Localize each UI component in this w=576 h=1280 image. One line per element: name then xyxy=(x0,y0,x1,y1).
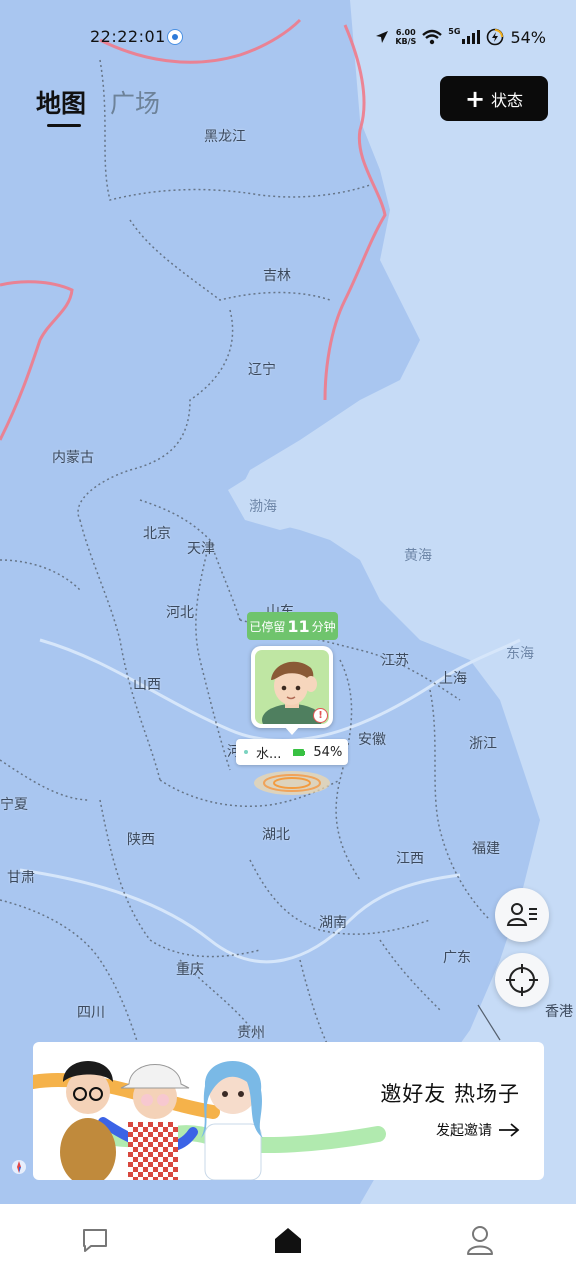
start-invite-link[interactable]: 发起邀请 xyxy=(436,1120,520,1140)
province-label: 天津 xyxy=(187,541,215,557)
bottom-nav xyxy=(0,1204,576,1280)
arrow-right-icon xyxy=(499,1123,520,1137)
friend-battery: 54% xyxy=(313,744,343,760)
home-icon xyxy=(275,1228,301,1253)
status-bar: 22:22:01 6.00 KB/S 5G 54% xyxy=(0,0,576,72)
tab-plaza[interactable]: 广场 xyxy=(110,84,160,120)
friend-name: 水... xyxy=(256,746,282,762)
start-invite-label: 发起邀请 xyxy=(436,1123,492,1139)
network-type: 5G xyxy=(448,26,461,36)
province-label: 福建 xyxy=(472,841,500,857)
signal-icon xyxy=(462,30,481,44)
clock: 22:22:01 xyxy=(90,27,166,46)
province-label: 重庆 xyxy=(176,962,204,978)
sea-label: 东海 xyxy=(506,646,534,662)
nav-home[interactable] xyxy=(268,1220,308,1260)
contacts-list-icon xyxy=(506,903,537,926)
location-arrow-icon xyxy=(376,31,389,43)
province-label: 宁夏 xyxy=(0,797,28,813)
national-border xyxy=(0,280,74,441)
battery-percent: 54% xyxy=(510,27,546,47)
status-button[interactable]: + 状态 xyxy=(440,76,548,121)
province-label: 广东 xyxy=(443,950,471,966)
map-view[interactable]: 黑龙江 吉林 辽宁 内蒙古 北京 天津 河北 山东 山西 江苏 上海 安徽 河南… xyxy=(0,0,576,1204)
province-label: 辽宁 xyxy=(248,362,276,378)
province-label: 陕西 xyxy=(127,832,155,848)
battery-charging-icon xyxy=(293,749,306,756)
friend-list-button[interactable] xyxy=(495,888,549,942)
province-label: 江苏 xyxy=(381,653,409,669)
status-icons: 6.00 KB/S 5G 54% xyxy=(375,26,546,48)
network-speed: 6.00 KB/S xyxy=(395,28,417,46)
province-label: 上海 xyxy=(439,671,467,687)
marker-pointer xyxy=(284,726,300,735)
province-label: 吉林 xyxy=(263,268,291,284)
active-tab-indicator xyxy=(47,124,81,127)
profile-icon xyxy=(467,1226,493,1255)
crosshair-icon xyxy=(506,964,538,996)
province-label: 湖北 xyxy=(262,827,290,843)
province-label: 贵州 xyxy=(237,1025,265,1041)
locate-me-button[interactable] xyxy=(495,953,549,1007)
app-notification-icon xyxy=(167,29,183,45)
province-label: 黑龙江 xyxy=(204,129,246,145)
sea-label: 黄海 xyxy=(404,548,432,564)
river xyxy=(19,868,461,964)
banner-title: 邀好友 热场子 xyxy=(380,1082,520,1106)
province-label: 北京 xyxy=(143,526,171,542)
invite-banner[interactable]: 邀好友 热场子 发起邀请 xyxy=(33,1042,544,1180)
province-label: 香港 xyxy=(545,1004,573,1020)
chat-icon xyxy=(83,1229,107,1252)
province-label: 浙江 xyxy=(469,736,497,752)
province-label: 内蒙古 xyxy=(52,450,94,466)
battery-saver-icon xyxy=(487,28,504,46)
nav-chat[interactable] xyxy=(75,1220,115,1260)
province-label: 安徽 xyxy=(358,732,386,748)
province-label: 山西 xyxy=(133,677,161,693)
friend-avatar-marker[interactable]: ! xyxy=(251,646,333,728)
stay-duration-badge: 已停留 11 分钟 xyxy=(247,612,338,640)
warning-icon: ! xyxy=(313,708,328,723)
province-label: 四川 xyxy=(77,1005,105,1021)
sea-label: 渤海 xyxy=(249,499,277,515)
plus-icon: + xyxy=(464,84,486,113)
banner-illustration xyxy=(33,1060,386,1180)
province-label: 江西 xyxy=(396,851,424,867)
online-dot-icon xyxy=(244,750,248,754)
nav-profile[interactable] xyxy=(460,1220,500,1260)
wifi-icon xyxy=(422,29,443,45)
map-compass-logo-icon xyxy=(12,1160,26,1174)
province-label: 甘肃 xyxy=(7,870,35,886)
status-button-label: 状态 xyxy=(491,90,524,110)
tab-map[interactable]: 地图 xyxy=(36,84,86,120)
province-label: 河北 xyxy=(166,605,194,621)
friend-info-pill[interactable]: 水... 54% xyxy=(236,739,348,765)
location-ripple xyxy=(254,771,330,795)
province-label: 湖南 xyxy=(319,915,347,931)
